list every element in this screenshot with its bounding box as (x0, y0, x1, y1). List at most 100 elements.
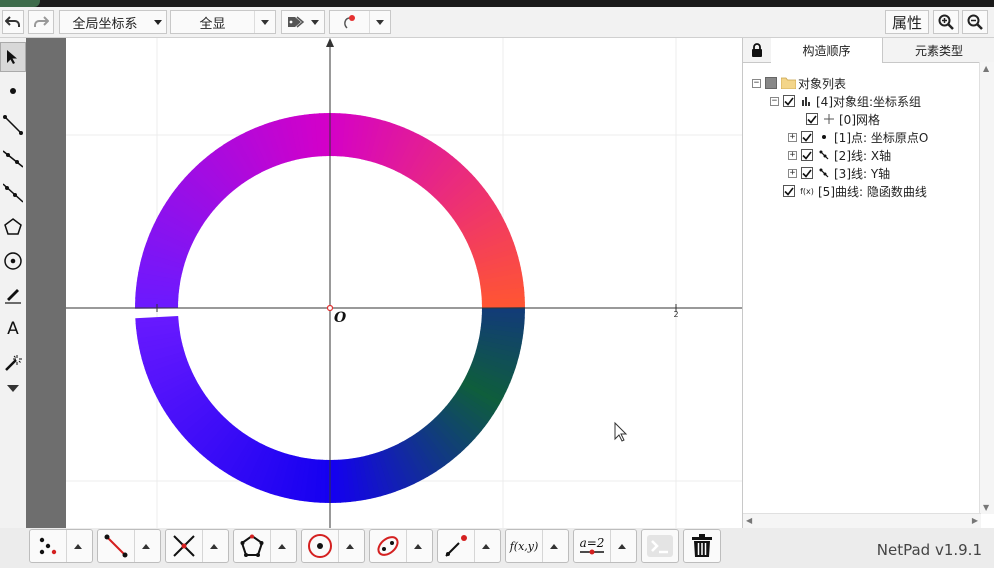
conic-menu-button[interactable] (406, 530, 429, 562)
select-tool[interactable] (0, 42, 26, 72)
scroll-right-icon[interactable]: ▶ (972, 516, 978, 525)
tag-icon (288, 16, 305, 28)
function-tools-group: f(x,y) (505, 529, 569, 563)
visibility-checkbox[interactable] (801, 131, 813, 143)
origin-label: O (334, 310, 347, 326)
tab-element-type[interactable]: 元素类型 (883, 38, 994, 62)
zoom-in-button[interactable] (933, 10, 959, 34)
visibility-checkbox[interactable] (801, 167, 813, 179)
polygon-icon (240, 534, 264, 557)
visibility-checkbox[interactable] (783, 185, 795, 197)
text-tool[interactable]: A (0, 314, 26, 344)
function-menu-button[interactable] (542, 530, 565, 562)
point-tool[interactable] (0, 76, 26, 106)
expand-icon[interactable]: + (788, 168, 797, 178)
parameter-menu-button[interactable] (610, 530, 633, 562)
label-tool-button[interactable] (281, 10, 325, 34)
trace-tool-button[interactable] (329, 10, 391, 34)
root-checkbox[interactable] (765, 77, 777, 89)
bottom-toolbar: f(x,y) a=2 NetPad v1.9.1 (0, 528, 994, 568)
tree-item-curve[interactable]: f(x) [5]曲线: 隐函数曲线 (783, 182, 927, 200)
visibility-checkbox[interactable] (801, 149, 813, 161)
circle-button[interactable] (302, 530, 338, 562)
caret-up-icon (482, 543, 490, 549)
lines-button[interactable] (98, 530, 134, 562)
caret-up-icon (414, 543, 422, 549)
undo-button[interactable] (2, 10, 24, 34)
expand-icon[interactable]: + (788, 150, 797, 160)
segment-tool[interactable] (0, 110, 26, 140)
collapse-icon[interactable]: − (752, 78, 761, 88)
transform-button[interactable] (438, 530, 474, 562)
polygon-menu-button[interactable] (270, 530, 293, 562)
tree-item-origin[interactable]: + [1]点: 坐标原点O (788, 128, 928, 146)
visibility-checkbox[interactable] (806, 113, 818, 125)
panel-tabs: 构造顺序 元素类型 (743, 38, 994, 63)
delete-button[interactable] (683, 529, 721, 563)
view-mode-value: 全显 (199, 16, 226, 32)
points-button[interactable] (30, 530, 66, 562)
ellipse-icon (377, 536, 399, 556)
parameter-label: a=2 (579, 536, 605, 550)
redo-button[interactable] (28, 10, 54, 34)
tree-item-label: [1]点: 坐标原点O (834, 130, 929, 145)
coord-system-select[interactable]: 全局坐标系 (59, 10, 167, 34)
line-icon (817, 167, 831, 179)
vertical-scrollbar[interactable]: ▲ ▼ (979, 62, 994, 514)
caret-down-icon (7, 384, 19, 392)
tab-construct-order[interactable]: 构造顺序 (771, 38, 883, 63)
version-label: NetPad v1.9.1 (876, 541, 982, 559)
arrow-pointer-icon (7, 50, 17, 64)
view-mode-select[interactable]: 全显 (170, 10, 276, 34)
points-menu-button[interactable] (66, 530, 89, 562)
tree-item-grid[interactable]: [0]网格 (806, 110, 880, 128)
segment-icon (3, 115, 23, 135)
line-tools-group (97, 529, 161, 563)
conic-button[interactable] (370, 530, 406, 562)
point-icon (10, 88, 16, 94)
scroll-left-icon[interactable]: ◀ (746, 516, 752, 525)
circle-tool[interactable] (0, 246, 26, 276)
ray-tool[interactable] (0, 144, 26, 174)
left-toolbar: A (0, 38, 27, 528)
origin-point[interactable] (326, 304, 334, 312)
tree-item-y-axis[interactable]: + [3]线: Y轴 (788, 164, 890, 182)
transform-menu-button[interactable] (474, 530, 497, 562)
transform-tools-group (437, 529, 501, 563)
console-button[interactable] (641, 529, 679, 563)
circle-menu-button[interactable] (338, 530, 361, 562)
y-axis[interactable] (326, 38, 334, 528)
intersect-menu-button[interactable] (202, 530, 225, 562)
collapse-icon[interactable]: − (770, 96, 779, 106)
expand-icon[interactable]: + (788, 132, 797, 142)
tree-item-group[interactable]: − [4]对象组:坐标系组 (770, 92, 921, 110)
lock-button[interactable] (743, 38, 772, 62)
polygon-tool[interactable] (0, 212, 26, 242)
polygon-button[interactable] (234, 530, 270, 562)
chevron-down-icon (254, 11, 275, 33)
intersect-button[interactable] (166, 530, 202, 562)
function-button[interactable]: f(x,y) (506, 530, 542, 562)
more-tools-toggle[interactable] (0, 378, 26, 398)
lines-menu-button[interactable] (134, 530, 157, 562)
tree-item-label: [3]线: Y轴 (834, 166, 891, 181)
properties-button[interactable]: 属性 (885, 10, 929, 34)
scroll-down-icon[interactable]: ▼ (983, 503, 989, 512)
canvas-left-margin (26, 38, 66, 528)
trash-icon (692, 534, 712, 557)
line-tool[interactable] (0, 178, 26, 208)
freehand-tool[interactable] (0, 280, 26, 310)
chevron-down-icon (150, 19, 166, 25)
drawing-canvas[interactable]: 2 O (66, 38, 742, 528)
parameter-button[interactable]: a=2 (574, 530, 610, 562)
scroll-up-icon[interactable]: ▲ (983, 64, 989, 73)
caret-up-icon (550, 543, 558, 549)
visibility-checkbox[interactable] (783, 95, 795, 107)
tree-root[interactable]: − 对象列表 (752, 74, 846, 92)
magic-tool[interactable] (0, 348, 26, 378)
delete-icon-wrap (684, 530, 720, 562)
zoom-out-button[interactable] (962, 10, 988, 34)
redo-icon (34, 16, 49, 27)
horizontal-scrollbar[interactable]: ◀ ▶ (743, 513, 981, 528)
tree-item-x-axis[interactable]: + [2]线: X轴 (788, 146, 891, 164)
